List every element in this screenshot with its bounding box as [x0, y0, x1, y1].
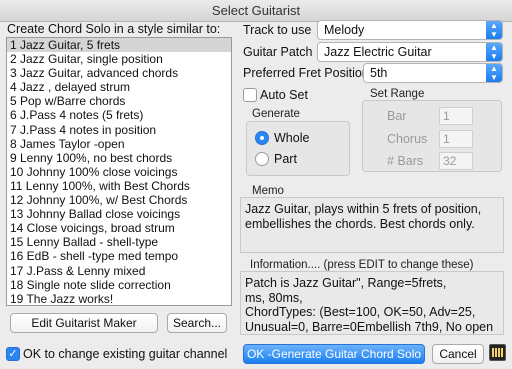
change-channel-checkbox[interactable]: ✓: [6, 347, 20, 361]
chevron-updown-icon: ▲ ▼: [486, 64, 502, 82]
track-select[interactable]: Melody ▲ ▼: [317, 20, 503, 40]
list-item[interactable]: 9 Lenny 100%, no best chords: [7, 151, 231, 165]
information-line-3: ChordTypes: (Best=100, OK=50, Adv=25,: [245, 305, 476, 319]
list-item[interactable]: 4 Jazz , delayed strum: [7, 80, 231, 94]
list-item[interactable]: 5 Pop w/Barre chords: [7, 94, 231, 108]
list-item[interactable]: 11 Lenny 100%, with Best Chords: [7, 179, 231, 193]
whole-radio[interactable]: [255, 131, 269, 145]
track-label: Track to use: [243, 23, 312, 37]
memo-text: Jazz Guitar, plays within 5 frets of pos…: [240, 197, 504, 253]
information-line-2: ms, 80ms,: [245, 290, 303, 305]
chorus-field[interactable]: 1: [439, 130, 473, 148]
auto-set-checkbox[interactable]: [243, 88, 257, 102]
ok-generate-button[interactable]: OK -Generate Guitar Chord Solo: [243, 344, 425, 364]
bar-field[interactable]: 1: [439, 107, 473, 125]
set-range-title: Set Range: [370, 88, 425, 100]
list-item[interactable]: 2 Jazz Guitar, single position: [7, 52, 231, 66]
list-item[interactable]: 3 Jazz Guitar, advanced chords: [7, 66, 231, 80]
window-title: Select Guitarist: [0, 0, 512, 22]
list-item[interactable]: 1 Jazz Guitar, 5 frets: [7, 38, 231, 53]
guitarist-list[interactable]: 1 Jazz Guitar, 5 frets 2 Jazz Guitar, sin…: [6, 37, 232, 306]
whole-label: Whole: [274, 131, 310, 145]
generate-group: Whole Part: [246, 121, 350, 176]
information-text: Patch is Jazz Guitar", Range=5frets, ms,…: [240, 271, 504, 335]
list-item[interactable]: 8 James Taylor -open: [7, 137, 231, 151]
patch-label: Guitar Patch: [243, 45, 313, 59]
patch-value: Jazz Electric Guitar: [324, 45, 432, 59]
set-range-group: Bar 1 Chorus 1 # Bars 32: [362, 100, 502, 172]
band-in-a-box-icon: [489, 344, 506, 361]
list-item[interactable]: 6 J.Pass 4 notes (5 frets): [7, 108, 231, 122]
information-line-4: Unusual=0, Barre=0Embellish 7th9, No ope…: [245, 319, 494, 334]
edit-guitarist-maker-button[interactable]: Edit Guitarist Maker: [10, 313, 158, 333]
fret-select[interactable]: 5th ▲ ▼: [363, 63, 503, 83]
list-item[interactable]: 10 Johnny 100% close voicings: [7, 165, 231, 179]
cancel-button[interactable]: Cancel: [432, 344, 484, 364]
list-item[interactable]: 12 Johnny 100%, w/ Best Chords: [7, 193, 231, 207]
list-item[interactable]: 7 J.Pass 4 notes in position: [7, 123, 231, 137]
list-item[interactable]: 14 Close voicings, broad strum: [7, 221, 231, 235]
generate-title: Generate: [252, 108, 300, 120]
bars-field[interactable]: 32: [439, 152, 473, 170]
chevron-updown-icon: ▲ ▼: [486, 21, 502, 39]
search-button[interactable]: Search...: [167, 313, 227, 333]
fret-label: Preferred Fret Position: [243, 66, 369, 80]
auto-set-label: Auto Set: [260, 88, 308, 102]
bar-label: Bar: [387, 109, 407, 123]
chorus-label: Chorus: [387, 132, 428, 146]
memo-title: Memo: [252, 185, 284, 197]
part-label: Part: [274, 152, 297, 166]
fret-value: 5th: [370, 66, 388, 80]
list-heading: Create Chord Solo in a style similar to:: [7, 22, 221, 36]
change-channel-label: OK to change existing guitar channel: [23, 347, 228, 361]
information-line-1: Patch is Jazz Guitar", Range=5frets,: [245, 276, 447, 290]
list-item[interactable]: 15 Lenny Ballad - shell-type: [7, 235, 231, 249]
list-item[interactable]: 17 J.Pass & Lenny mixed: [7, 264, 231, 278]
information-title: Information.... (press EDIT to change th…: [250, 259, 474, 271]
list-item[interactable]: 19 The Jazz works!: [7, 292, 231, 305]
part-radio[interactable]: [255, 152, 269, 166]
chevron-updown-icon: ▲ ▼: [486, 43, 502, 61]
patch-select[interactable]: Jazz Electric Guitar ▲ ▼: [317, 42, 503, 62]
list-item[interactable]: 18 Single note slide correction: [7, 278, 231, 292]
bars-label: # Bars: [387, 154, 424, 168]
list-item[interactable]: 13 Johnny Ballad close voicings: [7, 207, 231, 221]
list-item[interactable]: 16 EdB - shell -type med tempo: [7, 249, 231, 263]
track-value: Melody: [324, 23, 365, 37]
